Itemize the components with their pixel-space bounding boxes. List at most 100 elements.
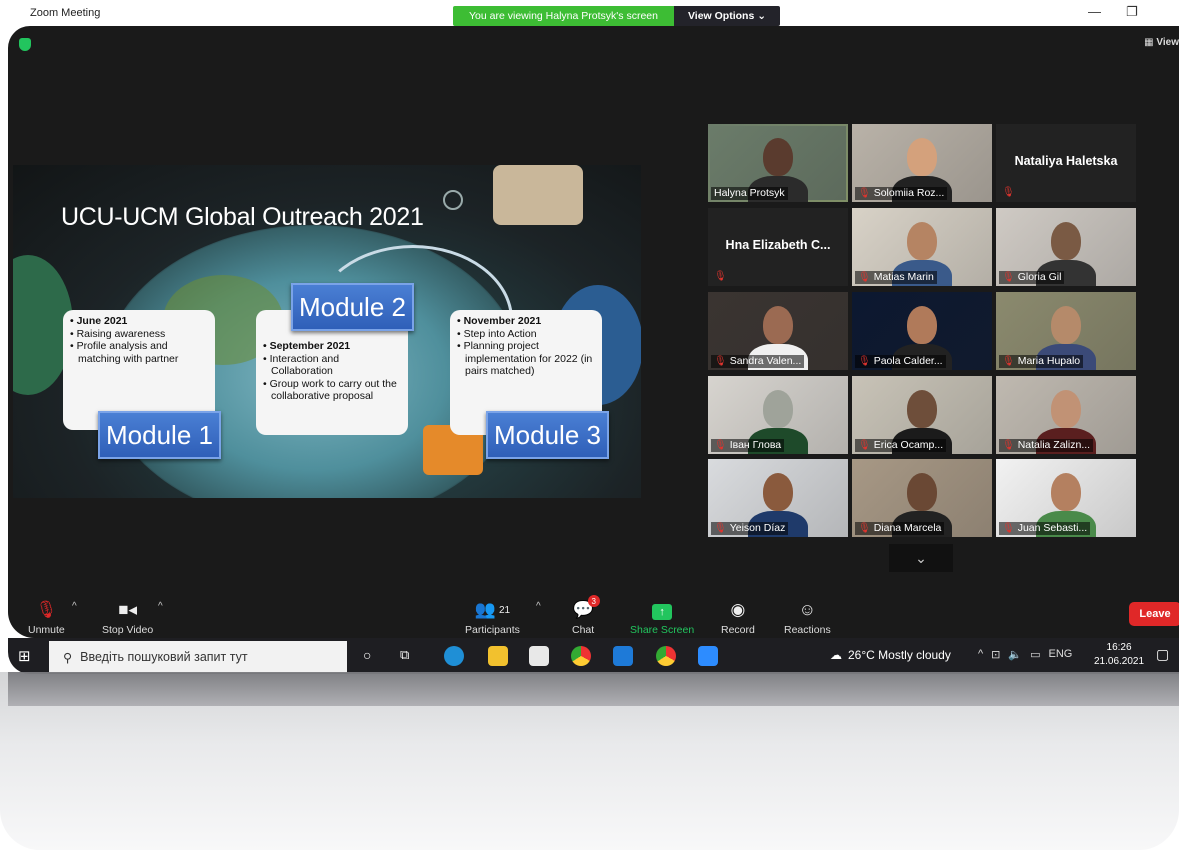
task-view-icon[interactable]: ⧉ xyxy=(400,647,409,663)
chat-button[interactable]: 💬 3 Chat xyxy=(572,595,600,636)
muted-mic-icon: 🎙 xyxy=(714,271,727,282)
participant-name: Yeison Díaz xyxy=(729,522,786,534)
module-1-label: Module 1 xyxy=(98,411,221,459)
muted-mic-icon: 🎙 xyxy=(35,600,58,619)
taskbar-search-box[interactable]: ⚲ Введіть пошуковий запит тут xyxy=(49,641,347,673)
search-icon: ⚲ xyxy=(63,650,73,665)
store-icon[interactable] xyxy=(529,646,549,666)
windows-taskbar: ⊞ ⚲ Введіть пошуковий запит тут ○ ⧉ ☁ 26… xyxy=(8,638,1179,674)
language-indicator[interactable]: ENG xyxy=(1049,648,1073,661)
leave-button[interactable]: Leave xyxy=(1129,602,1179,626)
mail-icon[interactable] xyxy=(613,646,633,666)
participant-tile[interactable]: 🎙 Maria Hupalo xyxy=(996,292,1136,370)
volume-icon[interactable]: 🔈 xyxy=(1008,648,1022,661)
cortana-icon[interactable]: ○ xyxy=(363,647,371,663)
view-options-button[interactable]: View Options ⌄ xyxy=(674,6,780,26)
weather-text: 26°C Mostly cloudy xyxy=(848,648,951,662)
notification-icon[interactable]: ▢ xyxy=(1156,646,1169,663)
muted-mic-icon: 🎙 xyxy=(1002,272,1015,283)
search-placeholder: Введіть пошуковий запит тут xyxy=(80,650,248,664)
chat-label: Chat xyxy=(572,624,595,636)
participant-face xyxy=(763,138,793,176)
cloud-icon: ☁ xyxy=(830,648,842,662)
windows-start-icon[interactable]: ⊞ xyxy=(18,647,31,665)
restore-icon[interactable]: ❐ xyxy=(1126,4,1138,20)
share-screen-icon: ↑ xyxy=(652,598,673,620)
participant-name: Natalia Zalizn... xyxy=(1017,439,1091,451)
participant-name-label: 🎙 Sandra Valen... xyxy=(711,355,805,368)
reflection-taskbar xyxy=(8,672,1179,706)
battery-icon[interactable]: ▭ xyxy=(1030,648,1040,661)
zoom-icon[interactable] xyxy=(698,646,718,666)
box-heading: • September 2021 xyxy=(263,340,351,352)
participant-name: Matias Marin xyxy=(873,271,934,283)
share-screen-label: Share Screen xyxy=(630,624,695,636)
participant-tile[interactable]: 🎙 Juan Sebasti... xyxy=(996,459,1136,537)
participant-tile[interactable]: 🎙 Diana Marcela xyxy=(852,459,992,537)
record-icon: ◉ xyxy=(730,600,746,619)
participant-name-label: Halyna Protsyk xyxy=(711,187,788,200)
smiley-icon: ☺ xyxy=(798,600,817,619)
box-item: • Raising awareness xyxy=(70,327,166,340)
mirror-reflection xyxy=(0,672,1179,850)
muted-mic-icon: 🎙 xyxy=(858,440,871,451)
record-button[interactable]: ◉ Record xyxy=(721,598,755,636)
participant-tile[interactable]: 🎙 Paola Calder... xyxy=(852,292,992,370)
participant-tile[interactable]: 🎙 Gloria Gil xyxy=(996,208,1136,286)
minimize-icon[interactable]: — xyxy=(1088,4,1101,19)
participant-tile[interactable]: 🎙 Erica Ocamp... xyxy=(852,376,992,454)
stop-video-button[interactable]: ■◂ Stop Video xyxy=(102,598,153,636)
chrome-icon[interactable] xyxy=(571,646,591,666)
taskbar-clock[interactable]: 16:26 21.06.2021 xyxy=(1094,641,1144,669)
muted-mic-icon: 🎙 xyxy=(1002,440,1015,451)
file-explorer-icon[interactable] xyxy=(488,646,508,666)
participant-face xyxy=(1051,473,1081,511)
system-tray: ^ ⊡ 🔈 ▭ ENG xyxy=(978,648,1072,661)
participant-tile[interactable]: 🎙 Matias Marin xyxy=(852,208,992,286)
chevron-up-icon[interactable]: ^ xyxy=(158,601,163,612)
network-icon[interactable]: ⊡ xyxy=(991,648,1000,661)
participant-tile[interactable]: 🎙 Natalia Zalizn... xyxy=(996,376,1136,454)
meeting-area: ▦ View UCU-UCM Global Outreach 2021 • Ju… xyxy=(8,26,1179,638)
participant-tile[interactable]: 🎙 Yeison Díaz xyxy=(708,459,848,537)
participant-tile[interactable]: Hna Elizabeth C... 🎙 xyxy=(708,208,848,286)
muted-mic-icon: 🎙 xyxy=(1002,187,1015,198)
participant-name: Diana Marcela xyxy=(873,522,942,534)
chevron-up-icon[interactable]: ^ xyxy=(72,601,77,612)
slide-title: UCU-UCM Global Outreach 2021 xyxy=(61,203,424,231)
weather-widget[interactable]: ☁ 26°C Mostly cloudy xyxy=(830,648,951,662)
view-layout-button[interactable]: ▦ View xyxy=(1144,37,1179,48)
share-screen-button[interactable]: ↑ Share Screen xyxy=(630,598,694,636)
participants-button[interactable]: 👥 21 Participants xyxy=(465,598,520,636)
reactions-button[interactable]: ☺ Reactions xyxy=(784,598,831,636)
box-item: • Group work to carry out the collaborat… xyxy=(263,377,397,403)
muted-mic-icon: 🎙 xyxy=(858,272,871,283)
participant-name: Maria Hupalo xyxy=(1017,355,1081,367)
participant-face xyxy=(907,390,937,428)
chevron-up-icon[interactable]: ^ xyxy=(978,648,983,661)
participant-tile[interactable]: 🎙 Іван Глова xyxy=(708,376,848,454)
participant-face xyxy=(763,306,793,344)
participant-name: Sandra Valen... xyxy=(729,355,802,367)
participant-name-label: 🎙 Maria Hupalo xyxy=(999,355,1084,368)
chevron-up-icon[interactable]: ^ xyxy=(536,601,541,612)
participants-label: Participants xyxy=(465,624,520,636)
participant-tile[interactable]: Halyna Protsyk xyxy=(708,124,848,202)
module-2-label: Module 2 xyxy=(291,283,414,331)
participant-tile[interactable]: 🎙 Sandra Valen... xyxy=(708,292,848,370)
participant-name-label: 🎙 Juan Sebasti... xyxy=(999,522,1091,535)
chrome-profile-icon[interactable] xyxy=(656,646,676,666)
participant-tile[interactable]: 🎙 Solomiia Roz... xyxy=(852,124,992,202)
muted-mic-icon: 🎙 xyxy=(858,523,871,534)
unmute-button[interactable]: 🎙 Unmute xyxy=(28,598,65,636)
participants-count: 21 xyxy=(498,605,511,616)
shield-icon[interactable] xyxy=(19,38,31,51)
participant-name: Halyna Protsyk xyxy=(714,187,785,199)
edge-icon[interactable] xyxy=(444,646,464,666)
participant-tile[interactable]: Nataliya Haletska 🎙 xyxy=(996,124,1136,202)
chevron-down-icon[interactable]: ⌄ xyxy=(889,544,953,572)
participants-icon-wrap: 👥 21 xyxy=(475,598,510,620)
window-titlebar: Zoom Meeting You are viewing Halyna Prot… xyxy=(0,0,1179,26)
participant-name-large: Nataliya Haletska xyxy=(1014,154,1118,168)
participant-name-label: 🎙 Diana Marcela xyxy=(855,522,945,535)
